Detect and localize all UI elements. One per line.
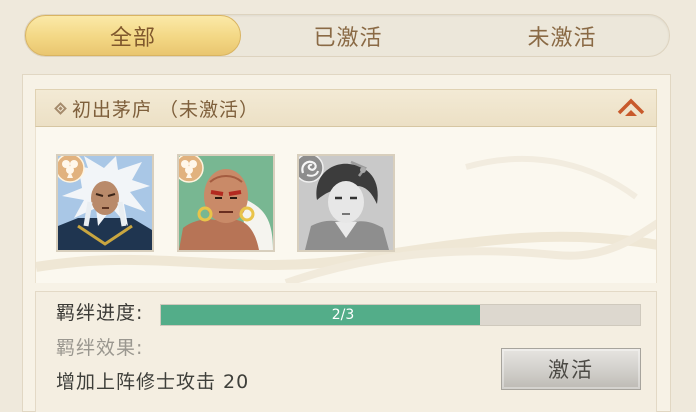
club-badge-icon — [58, 156, 85, 183]
tab-not-activated[interactable]: 未激活 — [455, 15, 669, 56]
bond-info-panel: 羁绊进度: 2/3 羁绊效果: 增加上阵修士攻击 20 激活 — [35, 291, 657, 412]
bond-group-title: 初出茅庐 （未激活） — [72, 99, 260, 121]
activate-button[interactable]: 激活 — [501, 348, 641, 390]
collapse-arrow-icon[interactable] — [616, 96, 646, 120]
bond-progress-bar: 2/3 — [160, 304, 641, 326]
tab-all[interactable]: 全部 — [25, 15, 241, 56]
member-portrait[interactable] — [177, 154, 275, 252]
bond-group-header[interactable]: 初出茅庐 （未激活） — [35, 89, 657, 127]
bond-group-card: 初出茅庐 （未激活） 羁绊进度: 2/3 羁绊效果: 增加上阵修士攻击 20 激… — [22, 74, 671, 412]
bond-members-area — [35, 127, 657, 283]
member-portrait[interactable] — [297, 154, 395, 252]
diamond-bullet-icon — [54, 102, 67, 115]
bond-progress-label: 羁绊进度: — [56, 302, 144, 324]
member-portrait[interactable] — [56, 154, 154, 252]
bond-effect-label: 羁绊效果: — [56, 337, 144, 359]
bond-effect-text: 增加上阵修士攻击 20 — [56, 371, 250, 393]
filter-tab-bar: 全部 已激活 未激活 — [24, 14, 670, 57]
bond-progress-text: 2/3 — [331, 307, 355, 323]
club-badge-icon — [179, 156, 204, 183]
swirl-badge-icon — [299, 156, 324, 183]
tab-activated[interactable]: 已激活 — [241, 15, 455, 56]
